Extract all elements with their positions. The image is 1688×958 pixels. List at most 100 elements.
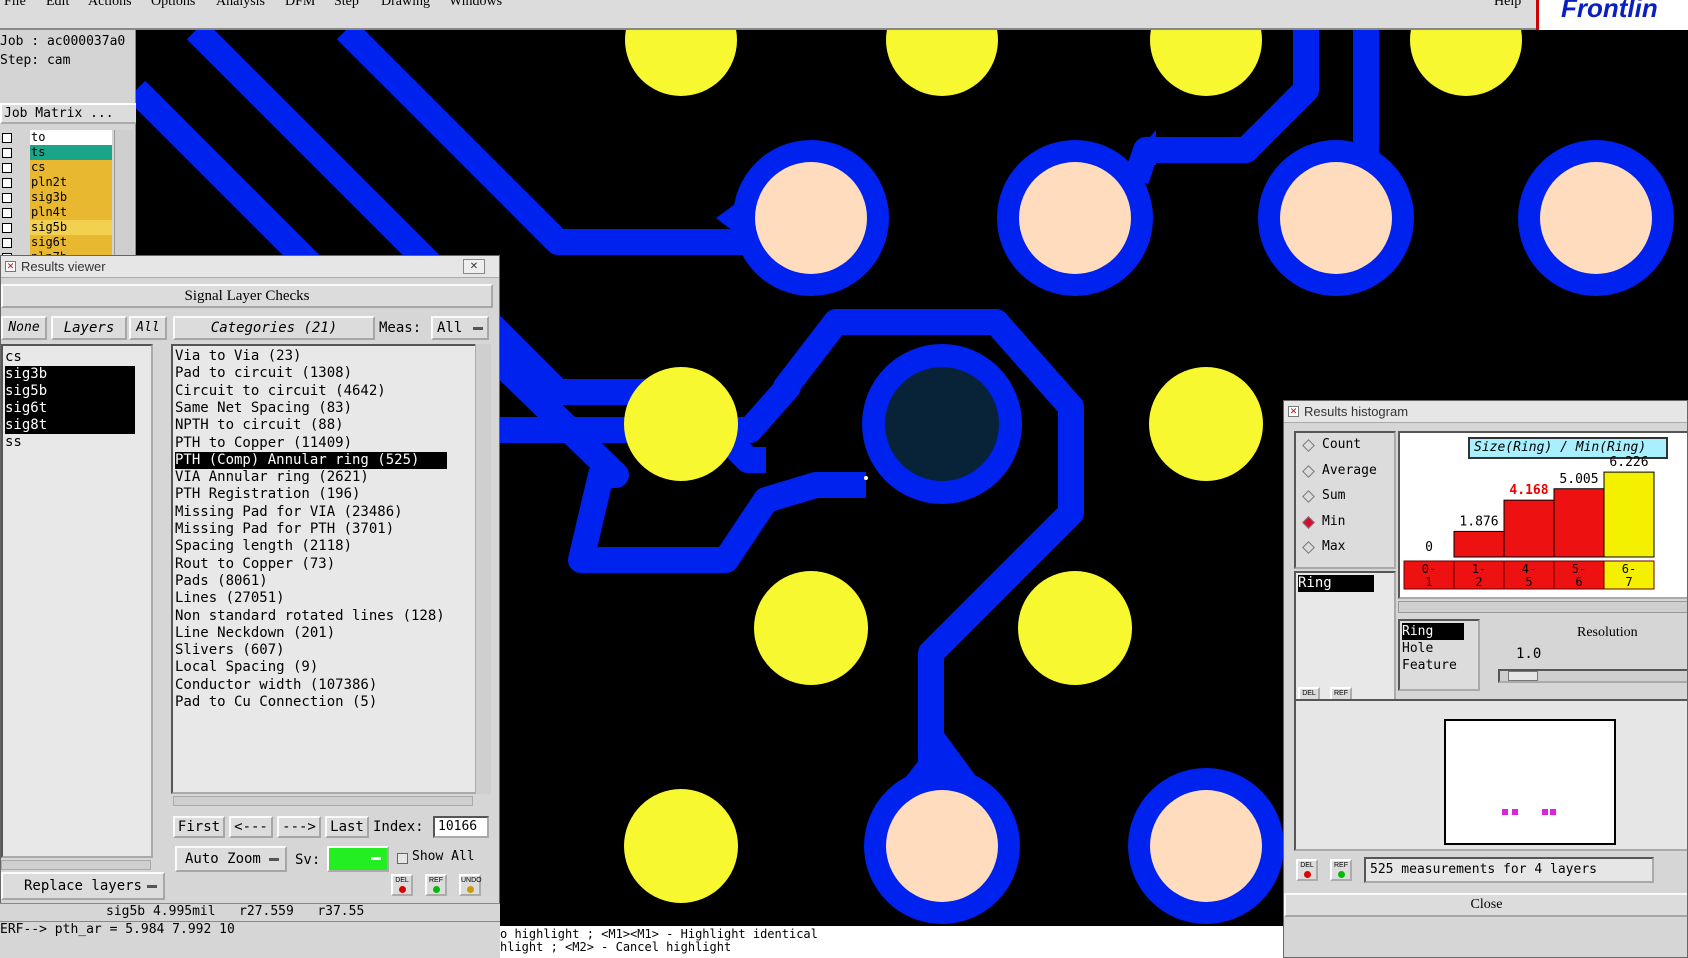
histogram-bar[interactable] [1453,530,1505,558]
histogram-bar[interactable] [1603,471,1655,558]
type-option[interactable]: Hole [1402,640,1464,657]
menu-dfm[interactable]: DFM [285,0,315,10]
category-item[interactable]: Via to Via (23) [175,348,301,365]
chart-hscrollbar[interactable] [1398,601,1687,613]
category-item[interactable]: Lines (27051) [175,590,285,607]
del-button[interactable]: DEL [391,874,413,896]
categories-hscrollbar[interactable] [173,796,473,806]
layer-list-item[interactable]: cs [5,349,135,366]
category-item[interactable]: Line Neckdown (201) [175,625,335,642]
layer-row-sig3b[interactable]: sig3b [0,190,112,206]
all-button[interactable]: All [129,316,167,340]
layer-checkbox[interactable] [2,178,12,188]
layer-checkbox[interactable] [2,133,12,143]
category-item[interactable]: Missing Pad for VIA (23486) [175,504,403,521]
type-option[interactable]: Feature [1402,657,1464,674]
category-item[interactable]: Circuit to circuit (4642) [175,383,386,400]
layer-row-sig6t[interactable]: sig6t [0,235,112,251]
layer-list-scrollbar[interactable] [114,130,134,256]
signal-layer-checks-header[interactable]: Signal Layer Checks [1,284,493,308]
layer-list-item[interactable]: ss [5,434,135,451]
category-item[interactable]: Same Net Spacing (83) [175,400,352,417]
layer-list-item[interactable]: sig5b [5,383,135,400]
sv-color-dropdown[interactable] [327,846,389,872]
menu-file[interactable]: File [4,0,26,10]
category-item[interactable]: Local Spacing (9) [175,659,318,676]
histogram-bar[interactable] [1553,488,1605,558]
stat-option-max[interactable]: Max [1302,539,1392,559]
categories-button[interactable]: Categories (21) [173,316,375,340]
stat-option-average[interactable]: Average [1302,463,1392,483]
preview-ref-button[interactable]: REF [1330,859,1352,881]
menu-options[interactable]: Options [151,0,195,10]
menu-step[interactable]: Step [334,0,359,10]
menu-analysis[interactable]: Analysis [216,0,265,10]
none-button[interactable]: None [1,316,47,340]
category-item[interactable]: Conductor width (107386) [175,677,377,694]
resolution-slider[interactable] [1498,669,1687,683]
category-item[interactable]: Slivers (607) [175,642,285,659]
layer-results-list[interactable]: cs sig3b sig5b sig6t sig8t ss [1,344,153,858]
menu-drawing[interactable]: Drawing [381,0,430,10]
ref-button[interactable]: REF [425,874,447,896]
layer-row-ts[interactable]: ts [0,145,112,161]
stat-option-min[interactable]: Min [1302,514,1392,534]
index-input[interactable]: 10166 [433,816,489,838]
category-item[interactable]: PTH Registration (196) [175,486,360,503]
stat-option-sum[interactable]: Sum [1302,488,1392,508]
meas-dropdown[interactable]: All [431,316,489,340]
category-item[interactable]: PTH to Copper (11409) [175,435,352,452]
layer-checkbox[interactable] [2,238,12,248]
replace-layers-dropdown[interactable]: Replace layers [1,872,165,900]
undo-button[interactable]: UNDO [459,874,482,896]
layer-list-item[interactable]: sig6t [5,400,135,417]
category-item[interactable]: Non standard rotated lines (128) [175,608,445,625]
layer-checkbox[interactable] [2,223,12,233]
layers-button[interactable]: Layers [51,316,127,340]
next-button[interactable]: ---> [277,816,321,838]
layer-row-cs[interactable]: cs [0,160,112,176]
preview-del-button[interactable]: DEL [1296,859,1318,881]
layer-row-pln2t[interactable]: pln2t [0,175,112,191]
list-item-ring[interactable]: Ring [1298,575,1374,592]
category-item[interactable]: VIA Annular ring (2621) [175,469,369,486]
layer-list-item[interactable]: sig3b [5,366,135,383]
job-matrix-button[interactable]: Job Matrix ... [0,103,140,124]
close-icon[interactable]: ✕ [463,259,485,274]
categories-scrollbar[interactable] [475,344,491,794]
resolution-label: Resolution [1577,625,1638,640]
layer-checkbox[interactable] [2,193,12,203]
show-all-checkbox[interactable] [397,853,408,864]
category-item[interactable]: Rout to Copper (73) [175,556,335,573]
histogram-bar[interactable] [1503,499,1555,558]
auto-zoom-dropdown[interactable]: Auto Zoom [175,846,287,872]
category-item[interactable]: NPTH to circuit (88) [175,417,344,434]
prev-button[interactable]: <--- [229,816,273,838]
layer-checkbox[interactable] [2,208,12,218]
first-button[interactable]: First [173,816,225,838]
last-button[interactable]: Last [325,816,369,838]
category-item[interactable]: Spacing length (2118) [175,538,352,555]
categories-list[interactable]: Via to Via (23) Pad to circuit (1308) Circ… [171,344,491,794]
layer-row-sig5b[interactable]: sig5b [0,220,112,236]
layer-checkbox[interactable] [2,148,12,158]
slider-thumb[interactable] [1508,671,1538,681]
type-list[interactable]: Ring Hole Feature [1398,619,1480,691]
stat-option-count[interactable]: Count [1302,437,1392,457]
layer-row-pln4t[interactable]: pln4t [0,205,112,221]
layer-checkbox[interactable] [2,163,12,173]
menu-actions[interactable]: Actions [88,0,132,10]
category-item[interactable]: PTH (Comp) Annular ring (525) [175,451,447,469]
layer-list-item[interactable]: sig8t [5,417,135,434]
menu-windows[interactable]: Windows [449,0,502,10]
category-item[interactable]: Missing Pad for PTH (3701) [175,521,394,538]
category-item[interactable]: Pads (8061) [175,573,268,590]
category-item[interactable]: Pad to circuit (1308) [175,365,352,382]
menu-edit[interactable]: Edit [46,0,69,10]
category-item[interactable]: Pad to Cu Connection (5) [175,694,377,711]
layer-row-to[interactable]: to [0,130,112,146]
close-button[interactable]: Close [1284,893,1687,917]
menu-help[interactable]: Help [1494,0,1521,10]
type-option[interactable]: Ring [1402,623,1464,640]
layers-hscrollbar[interactable] [1,860,151,870]
